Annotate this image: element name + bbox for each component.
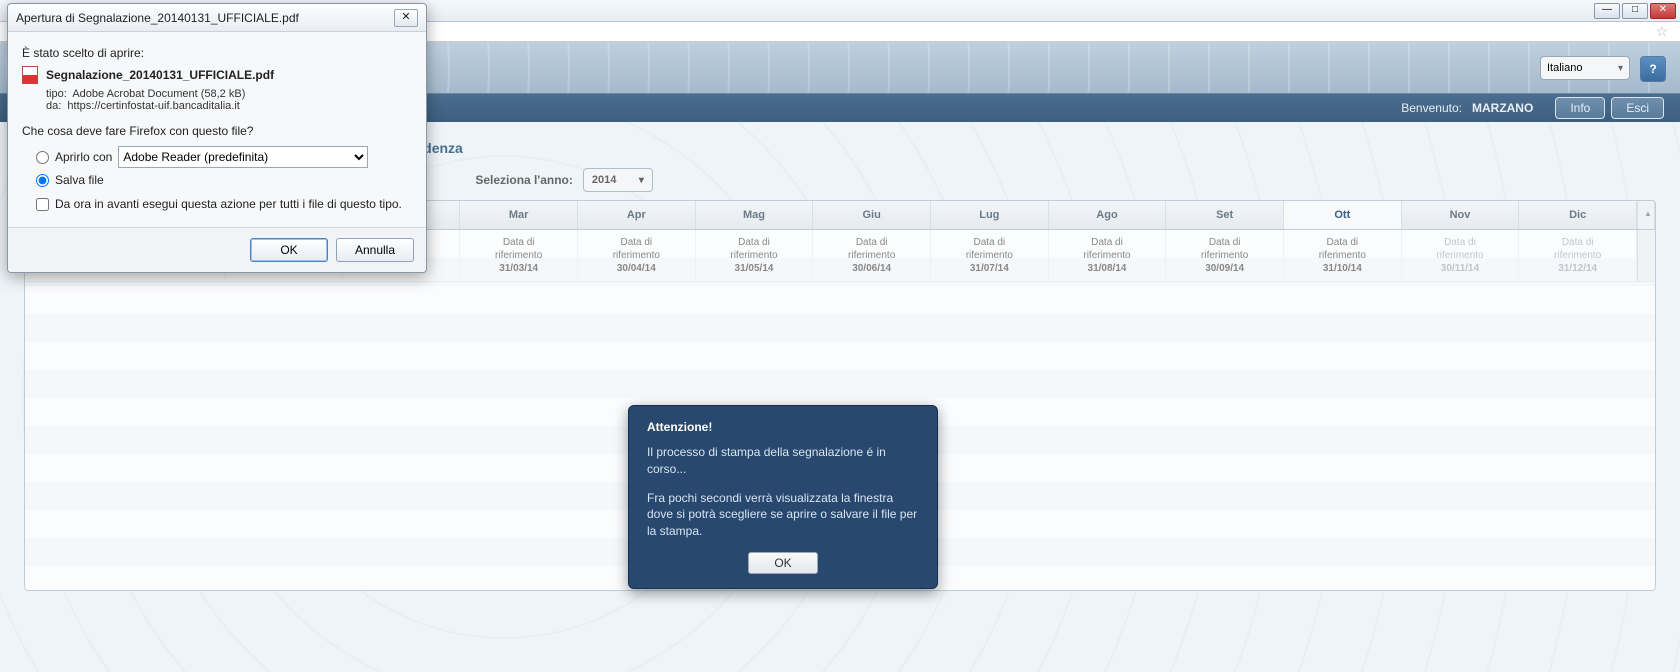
bookmark-star-icon[interactable]: ☆: [1655, 23, 1668, 40]
scroll-up-icon[interactable]: [1637, 201, 1655, 229]
user-name: MARZANO: [1472, 101, 1533, 115]
col-month-giu[interactable]: Giu: [813, 201, 931, 229]
open-with-app-select[interactable]: Adobe Reader (predefinita): [118, 146, 368, 168]
help-button[interactable]: ?: [1640, 56, 1666, 82]
scrollbar[interactable]: [1637, 230, 1655, 281]
col-month-mar[interactable]: Mar: [460, 201, 578, 229]
save-file-option[interactable]: Salva file: [36, 173, 412, 187]
attention-text-1: Il processo di stampa della segnalazione…: [647, 444, 919, 478]
save-file-radio[interactable]: [36, 174, 49, 187]
col-month-dic[interactable]: Dic: [1519, 201, 1637, 229]
language-value: Italiano: [1547, 62, 1582, 74]
download-ok-button[interactable]: OK: [250, 238, 328, 262]
date-cell[interactable]: Data diriferimento30/06/14: [813, 230, 931, 281]
date-cell[interactable]: Data diriferimento30/09/14: [1166, 230, 1284, 281]
col-month-lug[interactable]: Lug: [931, 201, 1049, 229]
window-minimize-button[interactable]: —: [1594, 3, 1620, 19]
col-month-mag[interactable]: Mag: [696, 201, 814, 229]
open-with-radio[interactable]: [36, 151, 49, 164]
date-cell[interactable]: Data diriferimento31/12/14: [1519, 230, 1637, 281]
window-maximize-button[interactable]: □: [1622, 3, 1648, 19]
attention-text-2: Fra pochi secondi verrà visualizzata la …: [647, 490, 919, 540]
download-question: Che cosa deve fare Firefox con questo fi…: [22, 124, 412, 138]
window-close-button[interactable]: ✕: [1650, 3, 1676, 19]
date-cell[interactable]: Data diriferimento31/07/14: [931, 230, 1049, 281]
download-cancel-button[interactable]: Annulla: [336, 238, 414, 262]
download-dialog-title: Apertura di Segnalazione_20140131_UFFICI…: [16, 11, 394, 25]
open-with-option[interactable]: Aprirlo con Adobe Reader (predefinita): [36, 146, 412, 168]
date-cell[interactable]: Data diriferimento30/04/14: [578, 230, 696, 281]
date-cell[interactable]: Data diriferimento30/11/14: [1402, 230, 1520, 281]
download-source: https://certinfostat-uif.bancaditalia.it: [67, 100, 239, 112]
year-select[interactable]: 2014: [583, 168, 653, 192]
attention-ok-button[interactable]: OK: [748, 552, 818, 574]
year-value: 2014: [592, 174, 616, 186]
language-select[interactable]: Italiano: [1540, 56, 1630, 80]
year-label: Seleziona l'anno:: [475, 173, 573, 187]
col-month-ago[interactable]: Ago: [1049, 201, 1167, 229]
download-dialog-close-button[interactable]: ✕: [394, 9, 418, 27]
col-month-nov[interactable]: Nov: [1402, 201, 1520, 229]
download-dialog: Apertura di Segnalazione_20140131_UFFICI…: [7, 3, 427, 273]
col-month-apr[interactable]: Apr: [578, 201, 696, 229]
col-month-set[interactable]: Set: [1166, 201, 1284, 229]
download-intro: È stato scelto di aprire:: [22, 46, 412, 60]
remember-choice[interactable]: Da ora in avanti esegui questa azione pe…: [36, 197, 412, 211]
remember-checkbox[interactable]: [36, 198, 49, 211]
logout-button[interactable]: Esci: [1611, 97, 1664, 119]
download-tipo: Adobe Acrobat Document (58,2 kB): [72, 88, 245, 100]
date-cell[interactable]: Data diriferimento31/05/14: [696, 230, 814, 281]
download-filename: Segnalazione_20140131_UFFICIALE.pdf: [46, 68, 274, 82]
date-cell[interactable]: Data diriferimento31/08/14: [1049, 230, 1167, 281]
attention-title: Attenzione!: [647, 420, 919, 434]
info-button[interactable]: Info: [1555, 97, 1605, 119]
col-month-ott[interactable]: Ott: [1284, 201, 1402, 229]
attention-modal: Attenzione! Il processo di stampa della …: [628, 405, 938, 589]
date-cell[interactable]: Data diriferimento31/03/14: [460, 230, 578, 281]
welcome-label: Benvenuto: MARZANO: [1401, 101, 1533, 115]
pdf-icon: [22, 66, 38, 84]
date-cell[interactable]: Data diriferimento31/10/14: [1284, 230, 1402, 281]
